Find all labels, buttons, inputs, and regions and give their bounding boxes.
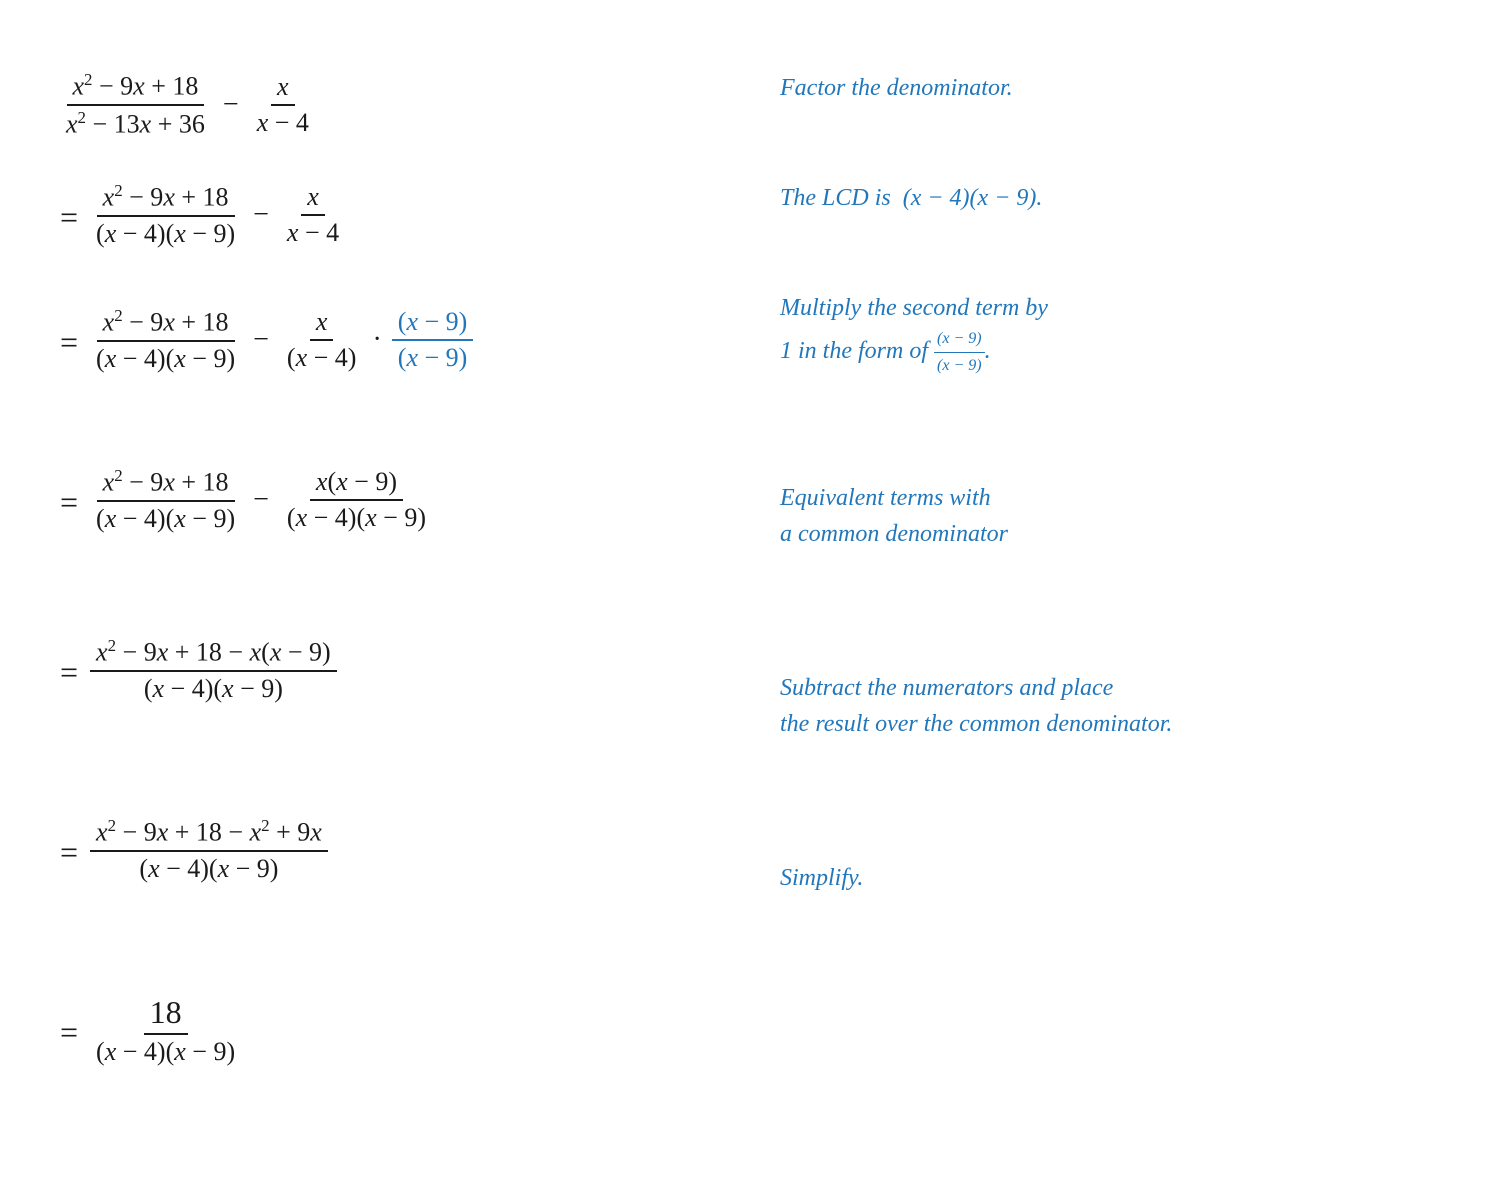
annotation-text-5: Simplify. bbox=[780, 860, 863, 896]
frac-step3-right: x(x − 9) (x − 4)(x − 9) bbox=[281, 465, 432, 535]
frac-step6: 18 (x − 4)(x − 9) bbox=[90, 992, 241, 1069]
math-steps-column: x2 − 9x + 18 x2 − 13x + 36 − x x − 4 = x… bbox=[60, 40, 740, 1158]
annotation-5: Simplify. bbox=[780, 840, 1440, 1000]
frac-step1-right: x x − 4 bbox=[281, 180, 345, 250]
annotation-column: Factor the denominator. The LCD is (x − … bbox=[740, 40, 1440, 1158]
annotation-text-1: The LCD is (x − 4)(x − 9). bbox=[780, 180, 1042, 216]
step-5: = x2 − 9x + 18 − x2 + 9x (x − 4)(x − 9) bbox=[60, 770, 740, 930]
step-0: x2 − 9x + 18 x2 − 13x + 36 − x x − 4 bbox=[60, 50, 740, 160]
annotation-text-0: Factor the denominator. bbox=[780, 70, 1013, 106]
annotation-2: Multiply the second term by 1 in the for… bbox=[780, 270, 1440, 430]
frac-step3-left: x2 − 9x + 18 (x − 4)(x − 9) bbox=[90, 464, 241, 536]
annotation-1: The LCD is (x − 4)(x − 9). bbox=[780, 160, 1440, 270]
frac-step5: x2 − 9x + 18 − x2 + 9x (x − 4)(x − 9) bbox=[90, 814, 328, 886]
step-3: = x2 − 9x + 18 (x − 4)(x − 9) − x(x − 9)… bbox=[60, 430, 740, 570]
step-2: = x2 − 9x + 18 (x − 4)(x − 9) − x (x − 4… bbox=[60, 270, 740, 410]
annotation-text-3: Equivalent terms with a common denominat… bbox=[780, 480, 1008, 552]
frac-step0-left: x2 − 9x + 18 x2 − 13x + 36 bbox=[60, 68, 211, 141]
step-6: = 18 (x − 4)(x − 9) bbox=[60, 950, 740, 1110]
step-1: = x2 − 9x + 18 (x − 4)(x − 9) − x x − 4 bbox=[60, 160, 740, 270]
annotation-0: Factor the denominator. bbox=[780, 50, 1440, 160]
frac-step2-mid: x (x − 4) bbox=[281, 305, 363, 375]
frac-step1-left: x2 − 9x + 18 (x − 4)(x − 9) bbox=[90, 179, 241, 251]
annotation-3: Equivalent terms with a common denominat… bbox=[780, 460, 1440, 620]
frac-step4: x2 − 9x + 18 − x(x − 9) (x − 4)(x − 9) bbox=[90, 634, 337, 706]
annotation-text-4: Subtract the numerators and place the re… bbox=[780, 670, 1172, 742]
frac-step2-right: (x − 9) (x − 9) bbox=[392, 305, 474, 375]
frac-step2-left: x2 − 9x + 18 (x − 4)(x − 9) bbox=[90, 304, 241, 376]
annotation-text-2: Multiply the second term by 1 in the for… bbox=[780, 290, 1048, 379]
frac-step0-right: x x − 4 bbox=[251, 70, 315, 140]
step-4: = x2 − 9x + 18 − x(x − 9) (x − 4)(x − 9) bbox=[60, 590, 740, 750]
annotation-4: Subtract the numerators and place the re… bbox=[780, 650, 1440, 810]
